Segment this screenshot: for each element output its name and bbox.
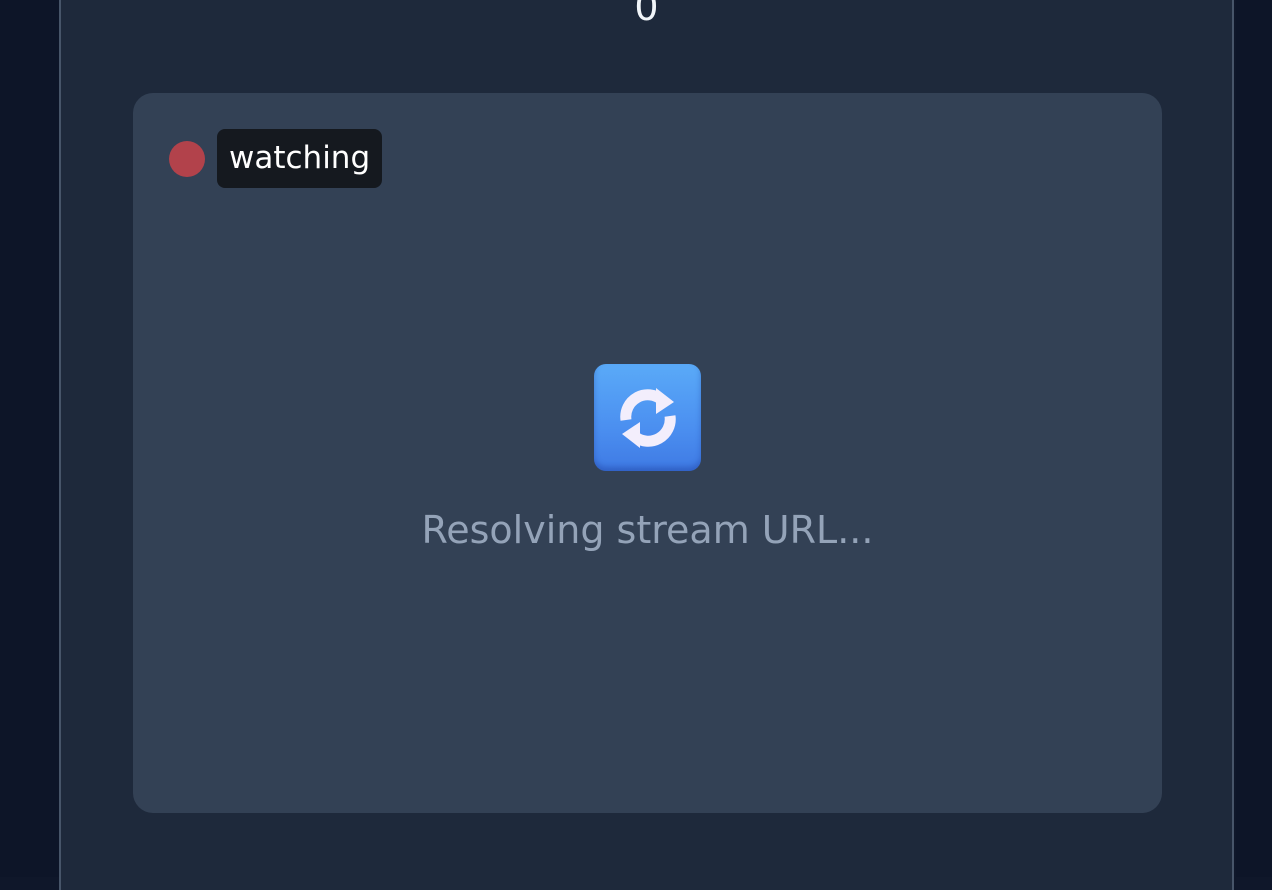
status-badge: watching	[217, 129, 383, 188]
loading-message: Resolving stream URL...	[421, 508, 874, 552]
counter-value: 0	[634, 0, 659, 29]
loading-indicator: Resolving stream URL...	[133, 364, 1162, 555]
status-row: watching	[169, 129, 383, 188]
refresh-icon	[594, 364, 701, 471]
page-background-left	[0, 0, 60, 877]
page-background-right	[1236, 0, 1272, 877]
status-dot	[169, 140, 205, 177]
refresh-arrows-icon	[619, 387, 676, 448]
stream-card: watching Resolving stream URL...	[133, 93, 1162, 813]
